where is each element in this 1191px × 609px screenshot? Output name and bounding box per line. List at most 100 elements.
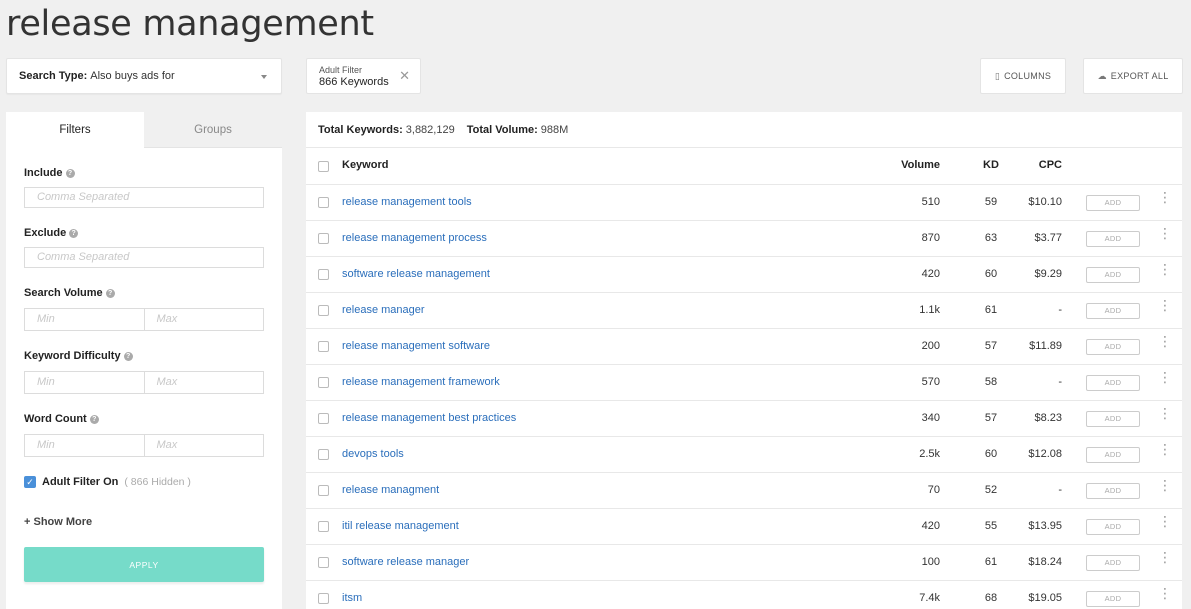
search-volume-min[interactable]: Min <box>25 309 145 330</box>
adult-filter-checkbox[interactable]: ✓ Adult Filter On ( 866 Hidden ) <box>24 476 191 488</box>
search-type-dropdown[interactable]: Search Type: Also buys ads for <box>6 58 282 94</box>
header-kd[interactable]: KD <box>966 159 1016 171</box>
keyword-link[interactable]: release management tools <box>342 196 472 208</box>
help-icon[interactable]: ? <box>89 415 99 424</box>
more-options-icon[interactable]: ⋮ <box>1158 406 1172 427</box>
columns-icon: ▯ <box>994 70 1001 81</box>
apply-button[interactable]: APPLY <box>24 547 264 582</box>
keyword-link[interactable]: release management software <box>342 340 490 352</box>
keyword-link[interactable]: itil release management <box>342 520 459 532</box>
add-button[interactable]: ADD <box>1086 267 1140 283</box>
search-volume-max[interactable]: Max <box>145 309 264 330</box>
more-options-icon[interactable]: ⋮ <box>1158 262 1172 283</box>
tab-groups[interactable]: Groups <box>144 112 282 148</box>
keyword-link[interactable]: release manager <box>342 304 425 316</box>
volume-cell: 2.5k <box>919 448 940 460</box>
columns-button[interactable]: ▯ COLUMNS <box>980 58 1066 94</box>
checkmark-icon[interactable]: ✓ <box>24 476 36 488</box>
more-options-icon[interactable]: ⋮ <box>1158 586 1172 607</box>
volume-cell: 1.1k <box>919 304 940 316</box>
keyword-link[interactable]: release management best practices <box>342 412 516 424</box>
exclude-label-text: Exclude <box>24 227 67 239</box>
row-checkbox[interactable] <box>318 593 329 604</box>
tab-filters[interactable]: Filters <box>6 112 144 148</box>
more-options-icon[interactable]: ⋮ <box>1158 514 1172 535</box>
add-button[interactable]: ADD <box>1086 375 1140 391</box>
keyword-link[interactable]: software release manager <box>342 556 469 568</box>
kd-cell: 61 <box>984 556 998 568</box>
row-checkbox[interactable] <box>318 485 329 496</box>
word-count-max[interactable]: Max <box>145 435 264 456</box>
row-checkbox[interactable] <box>318 305 329 316</box>
table-row: release management software 200 57 $11.89 AD… <box>306 329 1182 365</box>
add-button[interactable]: ADD <box>1086 303 1140 319</box>
keyword-link[interactable]: software release management <box>342 268 490 280</box>
add-button[interactable]: ADD <box>1086 447 1140 463</box>
row-checkbox[interactable] <box>318 377 329 388</box>
add-button[interactable]: ADD <box>1086 411 1140 427</box>
header-cpc[interactable]: CPC <box>1039 159 1062 171</box>
more-options-icon[interactable]: ⋮ <box>1158 370 1172 391</box>
word-count-label-text: Word Count <box>24 413 87 425</box>
keyword-link[interactable]: release management process <box>342 232 487 244</box>
more-options-icon[interactable]: ⋮ <box>1158 334 1172 355</box>
add-button[interactable]: ADD <box>1086 591 1140 607</box>
keyword-difficulty-label: Keyword Difficulty? <box>24 350 133 362</box>
volume-cell: 420 <box>921 268 940 280</box>
more-options-icon[interactable]: ⋮ <box>1158 478 1172 499</box>
exclude-input[interactable]: Comma Separated <box>24 247 264 268</box>
help-icon[interactable]: ? <box>123 352 133 361</box>
kd-max[interactable]: Max <box>145 372 264 393</box>
row-checkbox[interactable] <box>318 521 329 532</box>
row-checkbox[interactable] <box>318 449 329 460</box>
volume-cell: 200 <box>921 340 940 352</box>
keyword-link[interactable]: devops tools <box>342 448 404 460</box>
show-more-link[interactable]: + Show More <box>24 516 92 528</box>
more-options-icon[interactable]: ⋮ <box>1158 442 1172 463</box>
add-button[interactable]: ADD <box>1086 555 1140 571</box>
total-keywords-value: 3,882,129 <box>405 123 455 136</box>
more-options-icon[interactable]: ⋮ <box>1158 550 1172 571</box>
more-options-icon[interactable]: ⋮ <box>1158 226 1172 247</box>
include-label: Include? <box>24 167 75 179</box>
kd-cell: 60 <box>984 448 998 460</box>
row-checkbox[interactable] <box>318 233 329 244</box>
add-button[interactable]: ADD <box>1086 339 1140 355</box>
row-checkbox[interactable] <box>318 269 329 280</box>
include-input[interactable]: Comma Separated <box>24 187 264 208</box>
help-icon[interactable]: ? <box>65 169 75 178</box>
page-title: release management <box>6 4 374 44</box>
cpc-cell: $10.10 <box>1028 196 1062 208</box>
header-keyword[interactable]: Keyword <box>342 159 388 171</box>
word-count-min[interactable]: Min <box>25 435 145 456</box>
select-all-checkbox[interactable] <box>318 161 329 172</box>
more-options-icon[interactable]: ⋮ <box>1158 298 1172 319</box>
more-options-icon[interactable]: ⋮ <box>1158 190 1172 211</box>
add-button[interactable]: ADD <box>1086 519 1140 535</box>
export-all-button[interactable]: ☁ EXPORT ALL <box>1083 58 1183 94</box>
row-checkbox[interactable] <box>318 341 329 352</box>
volume-cell: 420 <box>921 520 940 532</box>
help-icon[interactable]: ? <box>105 289 115 298</box>
row-checkbox[interactable] <box>318 557 329 568</box>
add-button[interactable]: ADD <box>1086 231 1140 247</box>
kd-label-text: Keyword Difficulty <box>24 350 121 362</box>
close-icon[interactable]: ✕ <box>399 69 410 82</box>
keyword-link[interactable]: itsm <box>342 592 362 604</box>
total-volume-value: 988M <box>540 123 569 136</box>
row-checkbox[interactable] <box>318 413 329 424</box>
cpc-cell: - <box>1058 304 1062 316</box>
kd-min[interactable]: Min <box>25 372 145 393</box>
volume-cell: 7.4k <box>919 592 940 604</box>
keyword-link[interactable]: release management framework <box>342 376 500 388</box>
table-row: software release management 420 60 $9.29 ADD… <box>306 257 1182 293</box>
add-button[interactable]: ADD <box>1086 195 1140 211</box>
row-checkbox[interactable] <box>318 197 329 208</box>
table-row: devops tools 2.5k 60 $12.08 ADD ⋮ <box>306 437 1182 473</box>
volume-cell: 510 <box>921 196 940 208</box>
adult-filter-chip[interactable]: Adult Filter 866 Keywords ✕ <box>306 58 421 94</box>
keyword-link[interactable]: release managment <box>342 484 439 496</box>
add-button[interactable]: ADD <box>1086 483 1140 499</box>
help-icon[interactable]: ? <box>69 229 79 238</box>
header-volume[interactable]: Volume <box>901 159 940 171</box>
